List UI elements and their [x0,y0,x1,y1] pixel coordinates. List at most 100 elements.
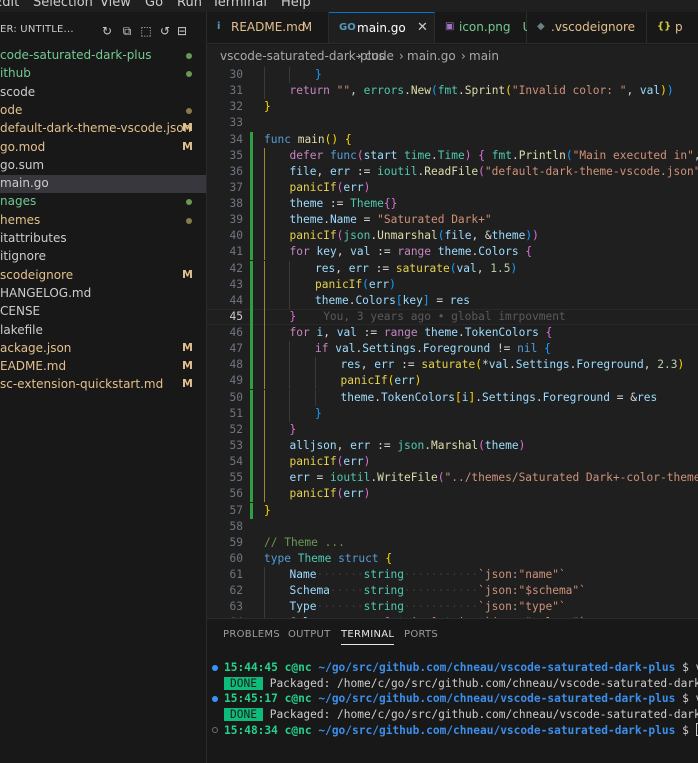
code-line[interactable]: 34 func main() { [207,131,698,148]
menu-view[interactable]: View [100,0,131,10]
code-line[interactable]: 41 for key, val := range theme.Colors { [207,244,698,261]
file-item[interactable]: nages [0,193,206,211]
code-line[interactable]: 45} You, 3 years ago • global imrpovment [207,308,698,325]
command-status-dot[interactable] [212,665,218,671]
panel-tab-problems[interactable]: PROBLEMS [223,629,280,640]
code-token: Theme [350,197,384,211]
code-line[interactable]: 32} [207,99,698,115]
file-item[interactable]: HANGELOG.md [0,285,206,303]
code-line[interactable]: 52} [207,421,698,438]
file-item[interactable]: lakefile [0,322,206,340]
file-item[interactable]: hemes [0,212,206,230]
code-line[interactable]: 43 panicIf(err) [207,276,698,293]
close-icon[interactable]: ✕ [417,20,428,35]
editor-tab[interactable]: i README.md M [207,12,329,43]
code-line[interactable]: 39 theme.Name = "Saturated Dark+" [207,212,698,229]
breadcrumb-item[interactable]: main.go [407,49,456,63]
code-line[interactable]: 55 err = ioutil.WriteFile("../themes/Satu… [207,470,698,487]
file-item[interactable]: ode [0,102,206,120]
code-line[interactable]: 30} [207,67,698,83]
indent-guide [264,341,265,358]
code-line[interactable]: 31 return "", errors.New(fmt.Sprint("Inva… [207,83,698,100]
line-number: 52 [229,422,243,436]
code-line[interactable]: 57} [207,502,698,519]
file-item[interactable]: scodeignore M [0,267,206,285]
panel-tab-output[interactable]: OUTPUT [288,629,331,640]
breadcrumb-item[interactable]: code [365,49,394,63]
menu-run[interactable]: Run [177,0,202,10]
code-line[interactable]: 44 theme.Colors[key] = res [207,292,698,309]
code-line[interactable]: 58 [207,519,698,535]
refresh-icon[interactable]: ⬚ [139,24,153,38]
code-line[interactable]: 36 file, err := ioutil.ReadFile("default-… [207,163,698,180]
new-folder-icon[interactable]: ⧉ [120,24,134,38]
line-number: 61 [229,568,243,582]
code-line[interactable]: 37 panicIf(err) [207,179,698,196]
editor-tab[interactable]: {} p [647,12,698,43]
collapse-icon[interactable]: ↺ [158,24,172,38]
indent-guide [264,308,265,325]
file-item[interactable]: sc-extension-quickstart.md M [0,376,206,394]
code-line[interactable]: 61 Name·······string···········`json:"nam… [207,567,698,584]
menu-selection[interactable]: Selection [33,0,93,10]
file-item[interactable]: main.go [0,175,206,194]
menu-go[interactable]: Go [145,0,163,10]
code-line[interactable]: 50 theme.TokenColors[i].Settings.Foregrou… [207,389,698,406]
code-line[interactable]: 47 if val.Settings.Foreground != nil { [207,341,698,358]
panel-tab-terminal[interactable]: TERMINAL [341,629,395,645]
file-item[interactable]: CENSE [0,303,206,321]
code-token: 1.5 [490,261,511,275]
file-item[interactable]: EADME.md M [0,358,206,376]
file-item[interactable]: scode [0,84,206,102]
file-item[interactable]: default-dark-theme-vscode.json M [0,120,206,138]
menu-terminal[interactable]: Terminal [212,0,267,10]
code-line[interactable]: 51} [207,405,698,422]
code-line[interactable]: 60 type Theme struct { [207,551,698,567]
code-token: func [329,148,357,162]
code-line[interactable]: 56 panicIf(err) [207,486,698,503]
editor-tab[interactable]: ◆.vscodeignoreM [527,12,661,43]
file-item[interactable]: go.sum [0,157,206,175]
code-token: ioutil [329,471,371,485]
code-line[interactable]: 38 theme := Theme{} [207,196,698,213]
command-status-dot[interactable] [212,727,218,734]
code-text: file, err := ioutil.ReadFile("default-da… [290,165,698,178]
editor-tab[interactable]: GO main.go ✕ [329,12,435,43]
code-line[interactable]: 40 panicIf(json.Unmarshal(file, &theme)) [207,228,698,245]
line-number: 60 [229,551,243,565]
command-status-dot[interactable] [212,696,218,703]
file-item[interactable]: go.mod M [0,139,206,157]
code-line[interactable]: 35 defer func(start time.Time) { fmt.Prin… [207,147,698,164]
file-item[interactable]: itattributes [0,230,206,248]
code-line[interactable]: 53 alljson, err := json.Marshal(theme) [207,437,698,454]
code-line[interactable]: 62 Schema·····string···········`json:"$sc… [207,583,698,600]
breadcrumb-item[interactable]: main [469,49,499,63]
file-item[interactable]: itignore [0,248,206,266]
code-line[interactable]: 54 panicIf(err) [207,454,698,471]
code-token: , [350,84,364,98]
code-line[interactable]: 46 for i, val := range theme.TokenColors … [207,325,698,342]
new-file-icon[interactable]: ↻ [100,24,114,38]
editor-tab[interactable]: ▣icon.pngU [435,12,531,43]
more-icon[interactable]: ⊟ [175,24,189,38]
file-item[interactable]: ackage.json M [0,340,206,358]
code-line[interactable]: 59 // Theme ... [207,535,698,551]
code-line[interactable]: 33 [207,115,698,131]
panel-tab-ports[interactable]: PORTS [404,629,438,640]
indent-guide [264,67,265,83]
code-token: . [535,390,543,404]
code-line[interactable]: 49 panicIf(err) [207,373,698,390]
editor-tab-bar: iREADME.mdMGOmain.go✕▣icon.pngU◆.vscodei… [207,12,698,44]
code-token: Foreground [422,342,491,356]
file-item[interactable]: code-saturated-dark-plus [0,47,206,65]
code-line[interactable]: 42 res, err := saturate(val, 1.5) [207,260,698,277]
code-line[interactable]: 63 Type·······string···········`json:"typ… [207,599,698,616]
menu-edit[interactable]: Edit [0,0,19,10]
file-item[interactable]: ithub [0,65,206,83]
code-token: time [404,148,432,162]
code-editor[interactable]: 30} 31 return "", errors.New(fmt.Sprint("I… [207,67,698,618]
code-token: , [316,164,330,178]
code-line[interactable]: 48 res, err := saturate(*val.Settings.For… [207,357,698,374]
menu-help[interactable]: Help [281,0,311,10]
